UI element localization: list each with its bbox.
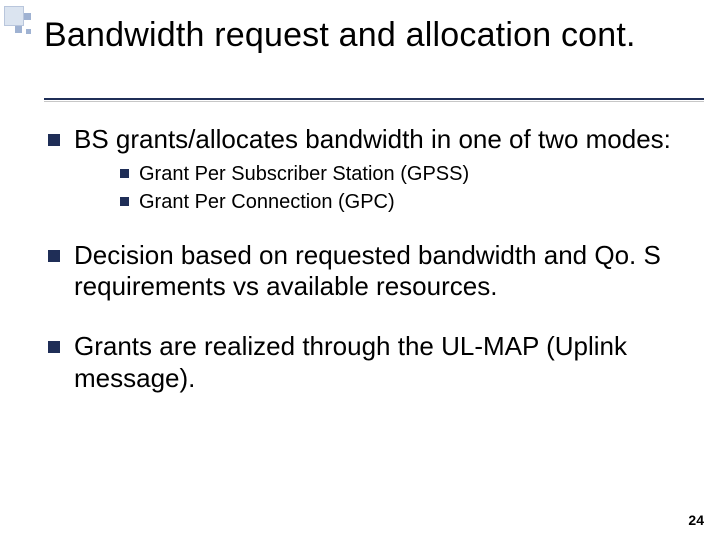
- square-bullet-icon: [48, 341, 60, 353]
- bullet-level1: Grants are realized through the UL-MAP (…: [48, 331, 692, 394]
- slide-title: Bandwidth request and allocation cont.: [44, 16, 700, 55]
- bullet-level2: Grant Per Subscriber Station (GPSS): [120, 162, 692, 187]
- slide-body: BS grants/allocates bandwidth in one of …: [48, 124, 692, 401]
- page-number: 24: [688, 512, 704, 528]
- sub-bullet-text: Grant Per Connection (GPC): [139, 190, 395, 215]
- sub-bullet-group: Grant Per Subscriber Station (GPSS) Gran…: [120, 162, 692, 215]
- bullet-level1: BS grants/allocates bandwidth in one of …: [48, 124, 692, 156]
- bullet-text: Grants are realized through the UL-MAP (…: [74, 331, 692, 394]
- bullet-level1: Decision based on requested bandwidth an…: [48, 240, 692, 303]
- title-rule-shadow: [44, 101, 704, 102]
- title-rule: [44, 98, 704, 100]
- square-bullet-icon: [48, 250, 60, 262]
- sub-bullet-text: Grant Per Subscriber Station (GPSS): [139, 162, 469, 187]
- square-bullet-icon: [48, 134, 60, 146]
- square-bullet-icon: [120, 197, 129, 206]
- slide: Bandwidth request and allocation cont. B…: [0, 0, 720, 540]
- square-bullet-icon: [120, 169, 129, 178]
- bullet-text: Decision based on requested bandwidth an…: [74, 240, 692, 303]
- bullet-text: BS grants/allocates bandwidth in one of …: [74, 124, 671, 156]
- decorative-squares: [0, 6, 38, 44]
- bullet-level2: Grant Per Connection (GPC): [120, 190, 692, 215]
